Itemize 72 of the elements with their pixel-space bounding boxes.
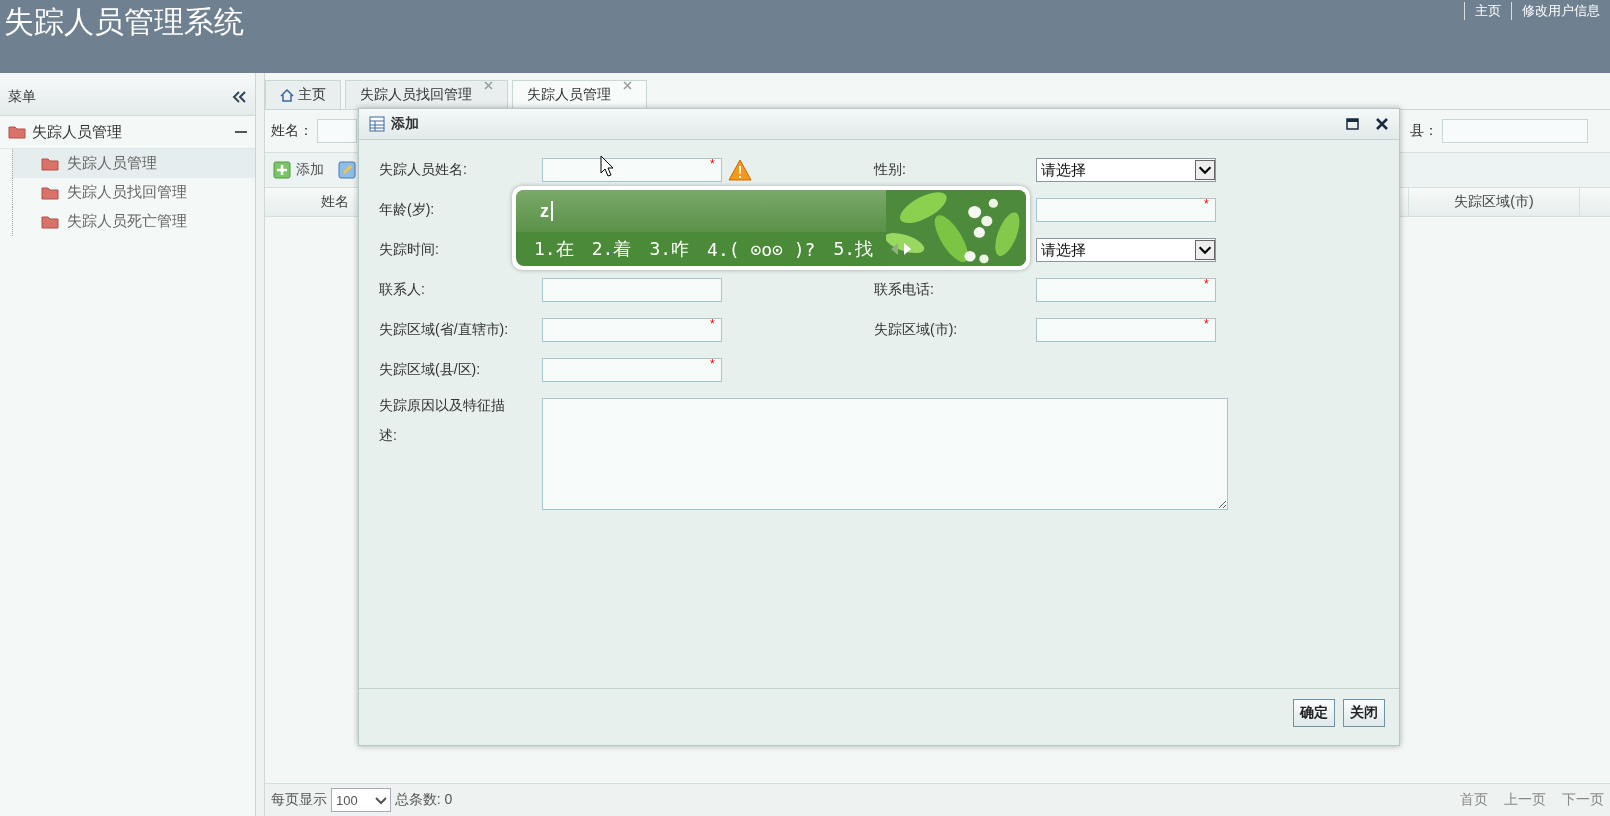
pager-link[interactable]: 上一页 xyxy=(1504,791,1546,809)
field-label: 失踪区域(省/直辖市): xyxy=(379,321,510,339)
page-size-select[interactable]: 100 xyxy=(331,788,391,812)
required-mark: * xyxy=(1204,277,1209,291)
text-field[interactable] xyxy=(1036,198,1216,222)
pager-link[interactable]: 下一页 xyxy=(1562,791,1604,809)
menu-item[interactable]: 失踪人员死亡管理 xyxy=(12,207,255,236)
app-title: 失踪人员管理系统 xyxy=(4,4,244,40)
collapse-icon[interactable] xyxy=(231,90,247,104)
page-size-label: 每页显示 xyxy=(271,791,327,809)
candidate-item[interactable]: 1.在 xyxy=(534,237,574,261)
toolbar-button[interactable] xyxy=(338,161,356,179)
select-field[interactable]: 请选择 xyxy=(1036,158,1216,182)
folder-icon xyxy=(41,156,59,171)
search-field[interactable] xyxy=(317,119,357,143)
maximize-icon[interactable] xyxy=(1346,118,1359,130)
menu-title: 菜单 xyxy=(8,88,36,106)
close-icon[interactable] xyxy=(1375,117,1389,131)
ime-composition: z xyxy=(540,200,549,222)
text-field[interactable] xyxy=(542,318,722,342)
header-link[interactable]: 修改用户信息 xyxy=(1511,2,1610,20)
chevron-icon xyxy=(1195,160,1215,180)
dialog-title: 添加 xyxy=(391,115,420,133)
candidate-item[interactable]: 5.找 xyxy=(833,237,874,261)
field-label: 失踪原因以及特征描述: xyxy=(379,396,506,445)
toolbar-button[interactable]: 添加 xyxy=(273,161,324,179)
cursor-icon xyxy=(600,155,614,177)
tab[interactable]: 主页 xyxy=(265,80,341,109)
candidate-item[interactable]: 4.( ⊙o⊙ )? xyxy=(707,238,816,260)
pager-link[interactable]: 首页 xyxy=(1460,791,1488,809)
chevron-icon xyxy=(1195,240,1215,260)
required-mark: * xyxy=(710,357,715,371)
folder-icon xyxy=(8,125,26,139)
candidate-item[interactable]: 2.着 xyxy=(591,237,632,261)
field-label: 失踪人员姓名: xyxy=(379,161,468,179)
dialog-button[interactable]: 关闭 xyxy=(1343,699,1385,727)
edit-icon xyxy=(338,161,356,179)
arrow-left-icon[interactable] xyxy=(891,243,900,255)
add-icon xyxy=(273,161,291,179)
folder-icon xyxy=(41,185,59,200)
menu-item[interactable]: 失踪人员找回管理 xyxy=(12,178,255,207)
table-icon xyxy=(369,116,385,132)
field-label: 失踪区域(市): xyxy=(874,321,959,339)
search-field[interactable] xyxy=(1442,119,1588,143)
dialog-button[interactable]: 确定 xyxy=(1293,699,1335,727)
text-field[interactable] xyxy=(542,278,722,302)
field-label: 性别: xyxy=(874,161,907,179)
menu-item[interactable]: 失踪人员管理 xyxy=(12,149,255,178)
search-label: 姓名： xyxy=(271,122,313,140)
text-field[interactable] xyxy=(542,358,722,382)
header-link[interactable]: 主页 xyxy=(1464,2,1511,20)
search-label: 县： xyxy=(1410,122,1438,140)
text-field[interactable] xyxy=(542,158,722,182)
required-mark: * xyxy=(710,157,715,171)
field-label: 联系人: xyxy=(379,281,426,299)
required-mark: * xyxy=(1204,317,1209,331)
required-mark: * xyxy=(710,317,715,331)
home-icon xyxy=(280,88,294,102)
column-header: 失踪区域(市) xyxy=(1408,188,1580,216)
description-field[interactable] xyxy=(542,398,1228,510)
folder-icon xyxy=(41,214,59,229)
select-field[interactable]: 请选择 xyxy=(1036,238,1216,262)
candidate-item[interactable]: 3.咋 xyxy=(649,237,690,261)
tab[interactable]: 失踪人员管理 xyxy=(512,80,647,109)
field-label: 失踪区域(县/区): xyxy=(379,361,482,379)
text-field[interactable] xyxy=(1036,318,1216,342)
required-mark: * xyxy=(1204,197,1209,211)
field-label: 联系电话: xyxy=(874,281,935,299)
text-field[interactable] xyxy=(1036,278,1216,302)
arrow-right-icon[interactable] xyxy=(903,243,912,255)
total-count: 总条数: 0 xyxy=(394,791,453,809)
tab[interactable]: 失踪人员找回管理 xyxy=(345,80,508,109)
